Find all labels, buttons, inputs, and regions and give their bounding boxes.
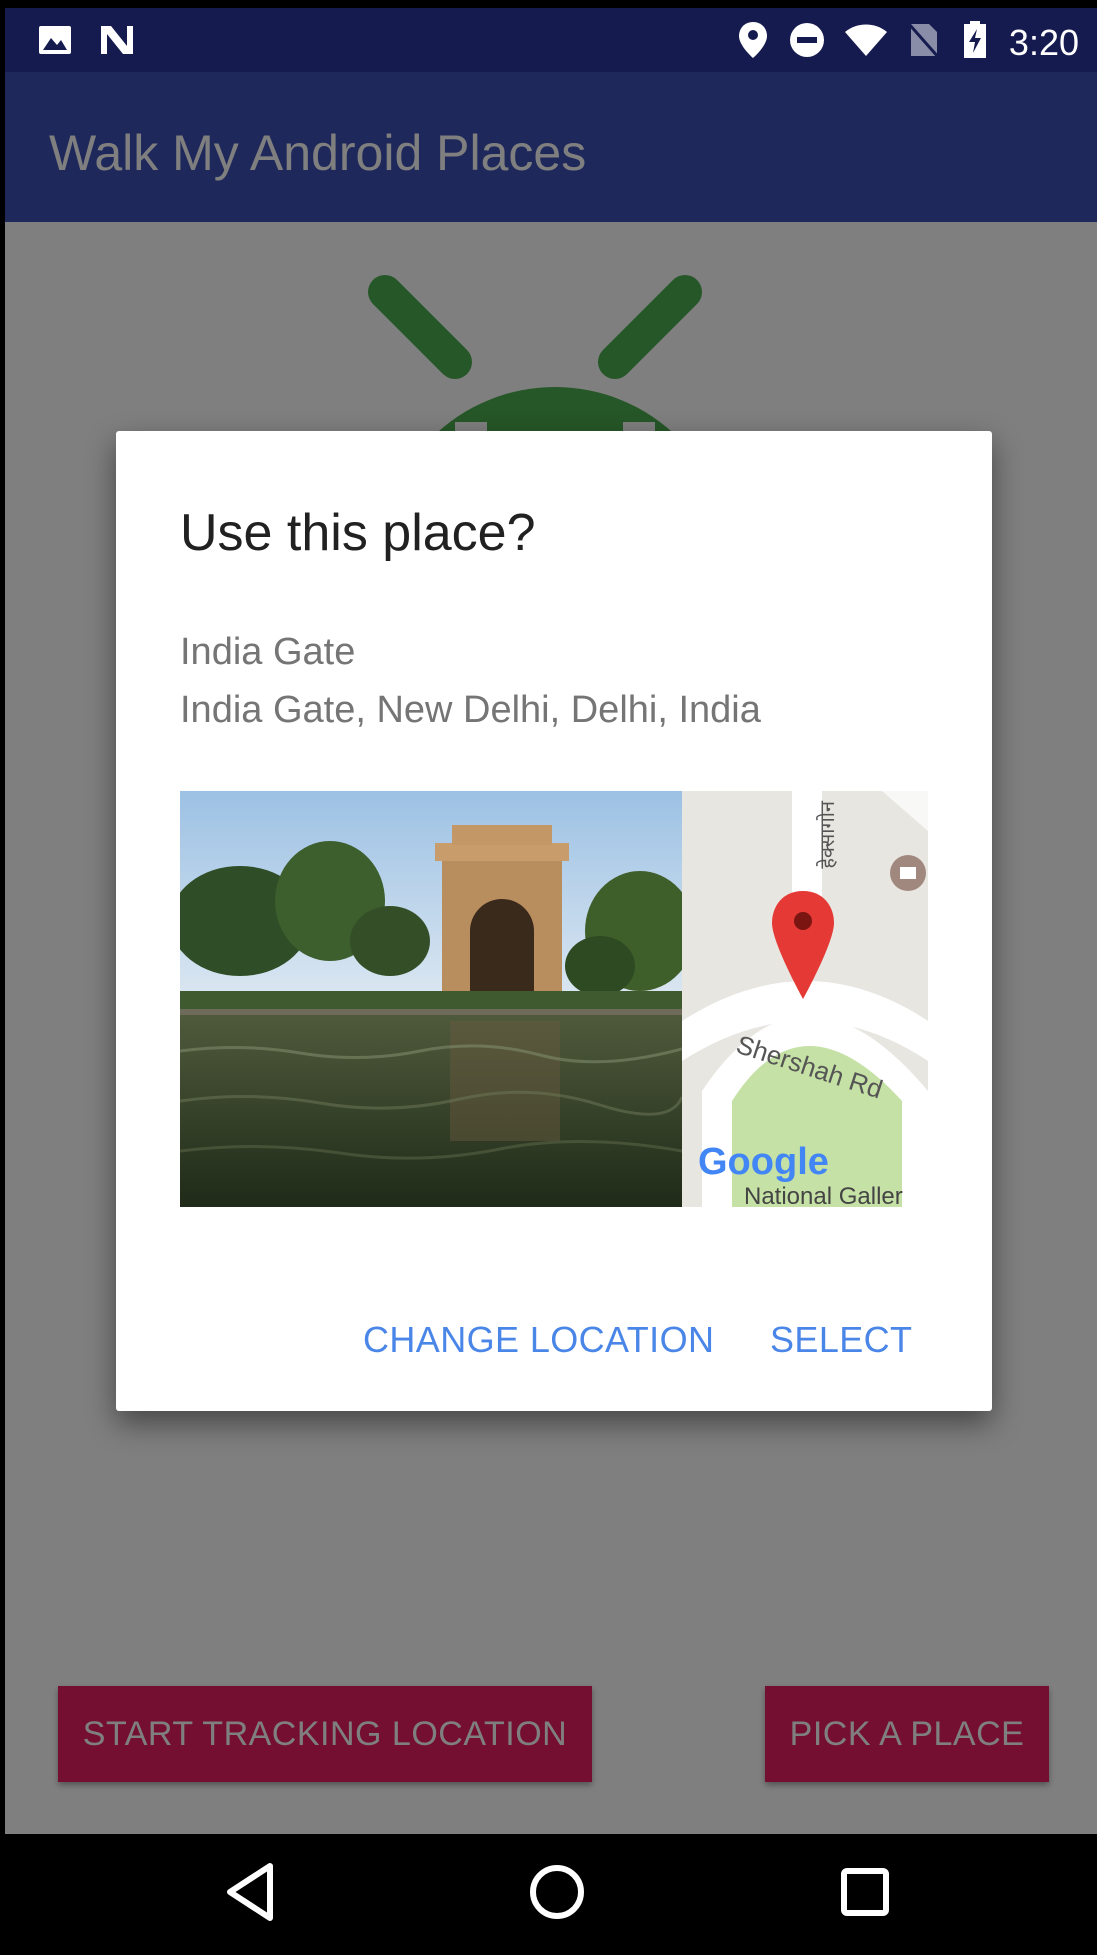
- google-logo: Google: [698, 1141, 829, 1183]
- back-icon[interactable]: [220, 1856, 280, 1933]
- screen: 3:20 Walk My Android Places START TRACKI…: [5, 8, 1097, 1955]
- n-logo-icon: [97, 20, 137, 65]
- recents-icon[interactable]: [835, 1856, 895, 1933]
- select-button[interactable]: SELECT: [770, 1319, 912, 1361]
- place-photo: [180, 791, 682, 1207]
- place-map: Shershah Rd हेक्सागोन Google National Ga…: [682, 791, 928, 1207]
- map-poi-label: National Galler: [744, 1183, 903, 1207]
- no-sim-icon: [905, 20, 941, 65]
- navigation-bar: [5, 1834, 1097, 1955]
- status-time: 3:20: [1008, 22, 1079, 63]
- status-bar: 3:20: [5, 8, 1097, 72]
- home-icon[interactable]: [527, 1856, 587, 1933]
- wifi-icon: [843, 20, 889, 65]
- dialog-title: Use this place?: [180, 504, 536, 562]
- do-not-disturb-icon: [787, 20, 827, 65]
- image-icon: [35, 20, 75, 65]
- map-vertical-label: हेक्सागोन: [817, 801, 839, 869]
- battery-charging-icon: [961, 20, 989, 65]
- location-pin-icon: [735, 20, 771, 65]
- change-location-button[interactable]: CHANGE LOCATION: [363, 1319, 714, 1361]
- place-name: India Gate: [180, 631, 356, 673]
- use-place-dialog: Use this place? India Gate India Gate, N…: [116, 431, 992, 1411]
- place-address: India Gate, New Delhi, Delhi, India: [180, 689, 761, 731]
